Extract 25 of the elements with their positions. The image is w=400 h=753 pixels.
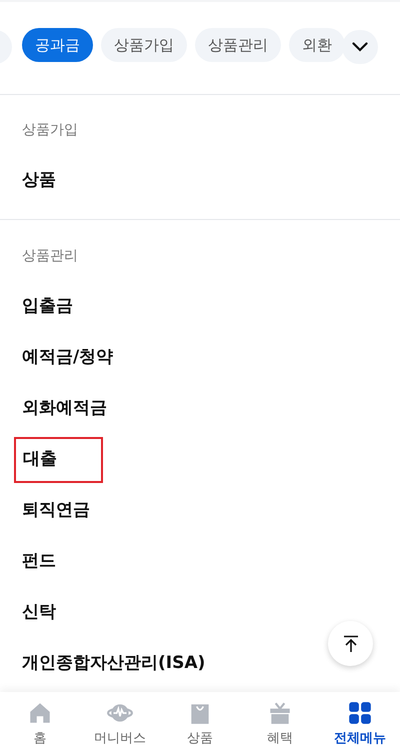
menu-item[interactable]: 신탁 xyxy=(14,590,64,636)
grid-icon xyxy=(347,700,373,726)
chip[interactable]: 공과금 xyxy=(22,28,93,62)
nav-tab[interactable]: 머니버스 xyxy=(80,700,160,753)
chevron-down-icon xyxy=(352,42,368,52)
chip[interactable]: 상품관리 xyxy=(195,28,281,62)
menu-item[interactable]: 입출금 xyxy=(14,284,81,330)
chip[interactable]: 외환 xyxy=(289,28,345,62)
nav-tab[interactable]: 홈 xyxy=(0,700,80,753)
menu-item[interactable]: 외화예적금 xyxy=(14,386,115,432)
expand-button[interactable] xyxy=(342,30,378,64)
menu-item[interactable]: 퇴직연금 xyxy=(14,488,98,534)
chip[interactable]: 상품가입 xyxy=(101,28,187,62)
nav-tab[interactable]: 상품 xyxy=(160,700,240,753)
section-title: 상품관리 xyxy=(22,246,78,266)
menu-item[interactable]: 대출 xyxy=(14,436,103,482)
nav-tab[interactable]: 전체메뉴 xyxy=(320,700,400,753)
nav-tab[interactable]: 혜택 xyxy=(240,700,320,753)
menu-item[interactable]: 상품 xyxy=(14,158,64,204)
arrow-up-icon xyxy=(342,634,358,652)
menu-item[interactable]: 예적금/청약 xyxy=(14,334,122,380)
section-title: 상품가입 xyxy=(22,120,78,140)
scroll-top-button[interactable] xyxy=(328,621,373,666)
menu-item[interactable]: 펀드 xyxy=(14,538,64,584)
menu-item[interactable]: 개인종합자산관리(ISA) xyxy=(14,640,214,686)
